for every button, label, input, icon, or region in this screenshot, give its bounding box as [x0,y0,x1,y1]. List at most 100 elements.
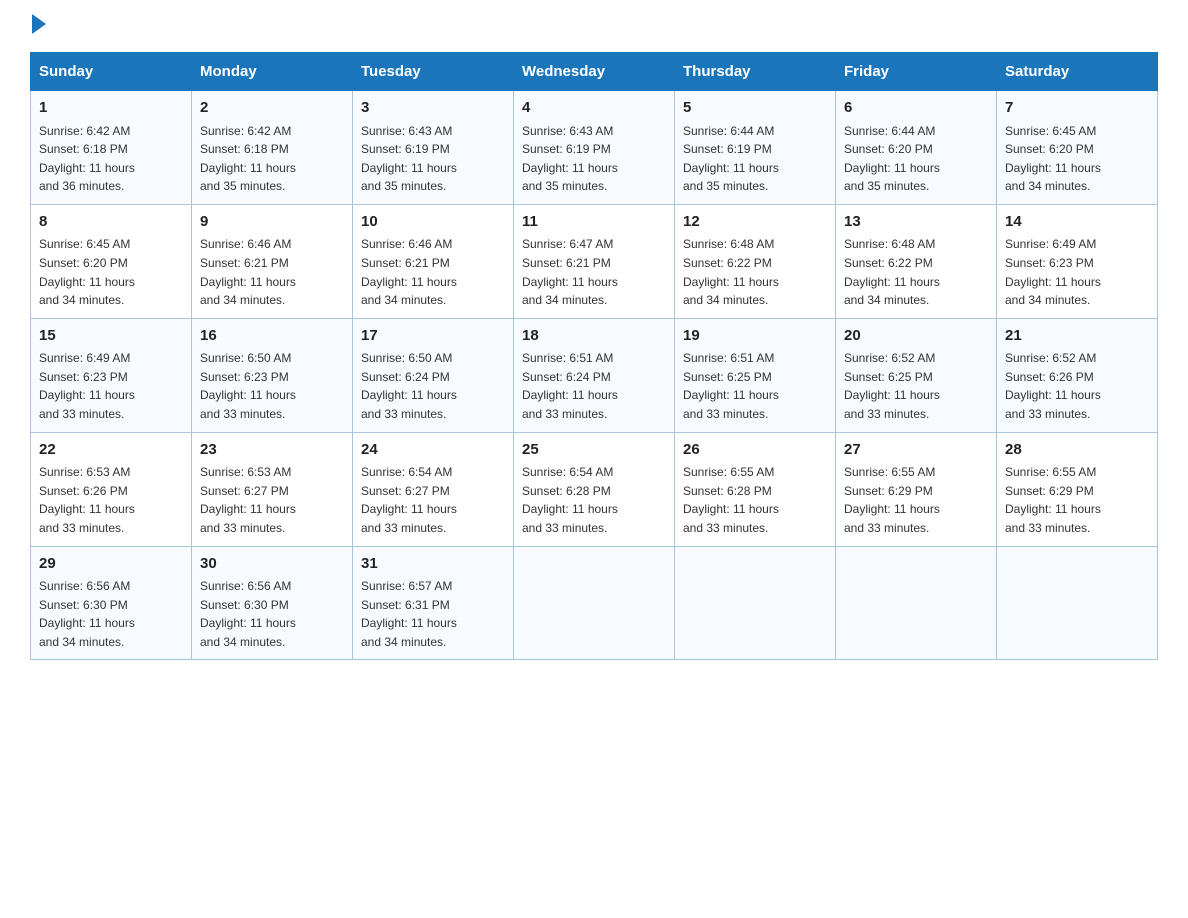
day-info: Sunrise: 6:54 AMSunset: 6:27 PMDaylight:… [361,463,505,537]
day-info: Sunrise: 6:43 AMSunset: 6:19 PMDaylight:… [522,122,666,196]
day-number: 3 [361,97,505,120]
day-number: 27 [844,439,988,462]
calendar-week-row: 22Sunrise: 6:53 AMSunset: 6:26 PMDayligh… [31,432,1158,546]
calendar-cell: 31Sunrise: 6:57 AMSunset: 6:31 PMDayligh… [353,546,514,660]
weekday-header-monday: Monday [192,53,353,91]
day-number: 6 [844,97,988,120]
calendar-cell: 4Sunrise: 6:43 AMSunset: 6:19 PMDaylight… [514,91,675,205]
day-info: Sunrise: 6:45 AMSunset: 6:20 PMDaylight:… [1005,122,1149,196]
day-info: Sunrise: 6:54 AMSunset: 6:28 PMDaylight:… [522,463,666,537]
day-number: 22 [39,439,183,462]
day-number: 5 [683,97,827,120]
calendar-cell [997,546,1158,660]
day-number: 30 [200,553,344,576]
calendar-cell: 10Sunrise: 6:46 AMSunset: 6:21 PMDayligh… [353,204,514,318]
calendar-cell: 17Sunrise: 6:50 AMSunset: 6:24 PMDayligh… [353,318,514,432]
calendar-cell: 28Sunrise: 6:55 AMSunset: 6:29 PMDayligh… [997,432,1158,546]
calendar-cell: 9Sunrise: 6:46 AMSunset: 6:21 PMDaylight… [192,204,353,318]
day-info: Sunrise: 6:42 AMSunset: 6:18 PMDaylight:… [200,122,344,196]
calendar-cell: 15Sunrise: 6:49 AMSunset: 6:23 PMDayligh… [31,318,192,432]
day-info: Sunrise: 6:48 AMSunset: 6:22 PMDaylight:… [683,235,827,309]
day-info: Sunrise: 6:48 AMSunset: 6:22 PMDaylight:… [844,235,988,309]
day-info: Sunrise: 6:51 AMSunset: 6:25 PMDaylight:… [683,349,827,423]
day-number: 4 [522,97,666,120]
calendar-cell: 29Sunrise: 6:56 AMSunset: 6:30 PMDayligh… [31,546,192,660]
weekday-header-friday: Friday [836,53,997,91]
calendar-cell: 13Sunrise: 6:48 AMSunset: 6:22 PMDayligh… [836,204,997,318]
day-number: 8 [39,211,183,234]
calendar-cell: 14Sunrise: 6:49 AMSunset: 6:23 PMDayligh… [997,204,1158,318]
calendar-week-row: 1Sunrise: 6:42 AMSunset: 6:18 PMDaylight… [31,91,1158,205]
day-number: 1 [39,97,183,120]
calendar-week-row: 15Sunrise: 6:49 AMSunset: 6:23 PMDayligh… [31,318,1158,432]
calendar-cell: 26Sunrise: 6:55 AMSunset: 6:28 PMDayligh… [675,432,836,546]
calendar-cell: 5Sunrise: 6:44 AMSunset: 6:19 PMDaylight… [675,91,836,205]
weekday-header-saturday: Saturday [997,53,1158,91]
day-info: Sunrise: 6:55 AMSunset: 6:28 PMDaylight:… [683,463,827,537]
calendar-cell: 6Sunrise: 6:44 AMSunset: 6:20 PMDaylight… [836,91,997,205]
day-info: Sunrise: 6:42 AMSunset: 6:18 PMDaylight:… [39,122,183,196]
calendar-cell: 22Sunrise: 6:53 AMSunset: 6:26 PMDayligh… [31,432,192,546]
day-number: 26 [683,439,827,462]
calendar-cell: 27Sunrise: 6:55 AMSunset: 6:29 PMDayligh… [836,432,997,546]
day-number: 29 [39,553,183,576]
day-info: Sunrise: 6:50 AMSunset: 6:23 PMDaylight:… [200,349,344,423]
calendar-cell: 2Sunrise: 6:42 AMSunset: 6:18 PMDaylight… [192,91,353,205]
calendar-cell [675,546,836,660]
calendar-cell: 30Sunrise: 6:56 AMSunset: 6:30 PMDayligh… [192,546,353,660]
day-number: 21 [1005,325,1149,348]
calendar-cell: 24Sunrise: 6:54 AMSunset: 6:27 PMDayligh… [353,432,514,546]
day-number: 15 [39,325,183,348]
day-info: Sunrise: 6:44 AMSunset: 6:20 PMDaylight:… [844,122,988,196]
calendar-table: SundayMondayTuesdayWednesdayThursdayFrid… [30,52,1158,660]
calendar-week-row: 29Sunrise: 6:56 AMSunset: 6:30 PMDayligh… [31,546,1158,660]
day-number: 12 [683,211,827,234]
day-number: 10 [361,211,505,234]
header [30,20,1158,34]
calendar-cell: 8Sunrise: 6:45 AMSunset: 6:20 PMDaylight… [31,204,192,318]
weekday-header-tuesday: Tuesday [353,53,514,91]
day-number: 19 [683,325,827,348]
day-info: Sunrise: 6:52 AMSunset: 6:25 PMDaylight:… [844,349,988,423]
calendar-cell: 11Sunrise: 6:47 AMSunset: 6:21 PMDayligh… [514,204,675,318]
calendar-cell [836,546,997,660]
day-number: 16 [200,325,344,348]
day-info: Sunrise: 6:47 AMSunset: 6:21 PMDaylight:… [522,235,666,309]
calendar-cell: 19Sunrise: 6:51 AMSunset: 6:25 PMDayligh… [675,318,836,432]
day-number: 14 [1005,211,1149,234]
day-number: 11 [522,211,666,234]
calendar-week-row: 8Sunrise: 6:45 AMSunset: 6:20 PMDaylight… [31,204,1158,318]
day-info: Sunrise: 6:56 AMSunset: 6:30 PMDaylight:… [39,577,183,651]
calendar-cell: 7Sunrise: 6:45 AMSunset: 6:20 PMDaylight… [997,91,1158,205]
day-info: Sunrise: 6:52 AMSunset: 6:26 PMDaylight:… [1005,349,1149,423]
day-info: Sunrise: 6:53 AMSunset: 6:27 PMDaylight:… [200,463,344,537]
day-info: Sunrise: 6:55 AMSunset: 6:29 PMDaylight:… [844,463,988,537]
calendar-cell [514,546,675,660]
day-info: Sunrise: 6:49 AMSunset: 6:23 PMDaylight:… [39,349,183,423]
logo-arrow-icon [32,14,46,34]
day-number: 28 [1005,439,1149,462]
calendar-cell: 21Sunrise: 6:52 AMSunset: 6:26 PMDayligh… [997,318,1158,432]
day-number: 17 [361,325,505,348]
day-info: Sunrise: 6:43 AMSunset: 6:19 PMDaylight:… [361,122,505,196]
day-number: 13 [844,211,988,234]
day-info: Sunrise: 6:53 AMSunset: 6:26 PMDaylight:… [39,463,183,537]
day-number: 18 [522,325,666,348]
calendar-header-row: SundayMondayTuesdayWednesdayThursdayFrid… [31,53,1158,91]
day-number: 7 [1005,97,1149,120]
day-number: 24 [361,439,505,462]
calendar-cell: 12Sunrise: 6:48 AMSunset: 6:22 PMDayligh… [675,204,836,318]
day-info: Sunrise: 6:55 AMSunset: 6:29 PMDaylight:… [1005,463,1149,537]
day-number: 23 [200,439,344,462]
calendar-cell: 25Sunrise: 6:54 AMSunset: 6:28 PMDayligh… [514,432,675,546]
weekday-header-wednesday: Wednesday [514,53,675,91]
day-info: Sunrise: 6:46 AMSunset: 6:21 PMDaylight:… [200,235,344,309]
day-info: Sunrise: 6:51 AMSunset: 6:24 PMDaylight:… [522,349,666,423]
day-number: 2 [200,97,344,120]
calendar-cell: 23Sunrise: 6:53 AMSunset: 6:27 PMDayligh… [192,432,353,546]
day-number: 9 [200,211,344,234]
weekday-header-sunday: Sunday [31,53,192,91]
day-info: Sunrise: 6:46 AMSunset: 6:21 PMDaylight:… [361,235,505,309]
calendar-cell: 16Sunrise: 6:50 AMSunset: 6:23 PMDayligh… [192,318,353,432]
logo [30,20,46,34]
